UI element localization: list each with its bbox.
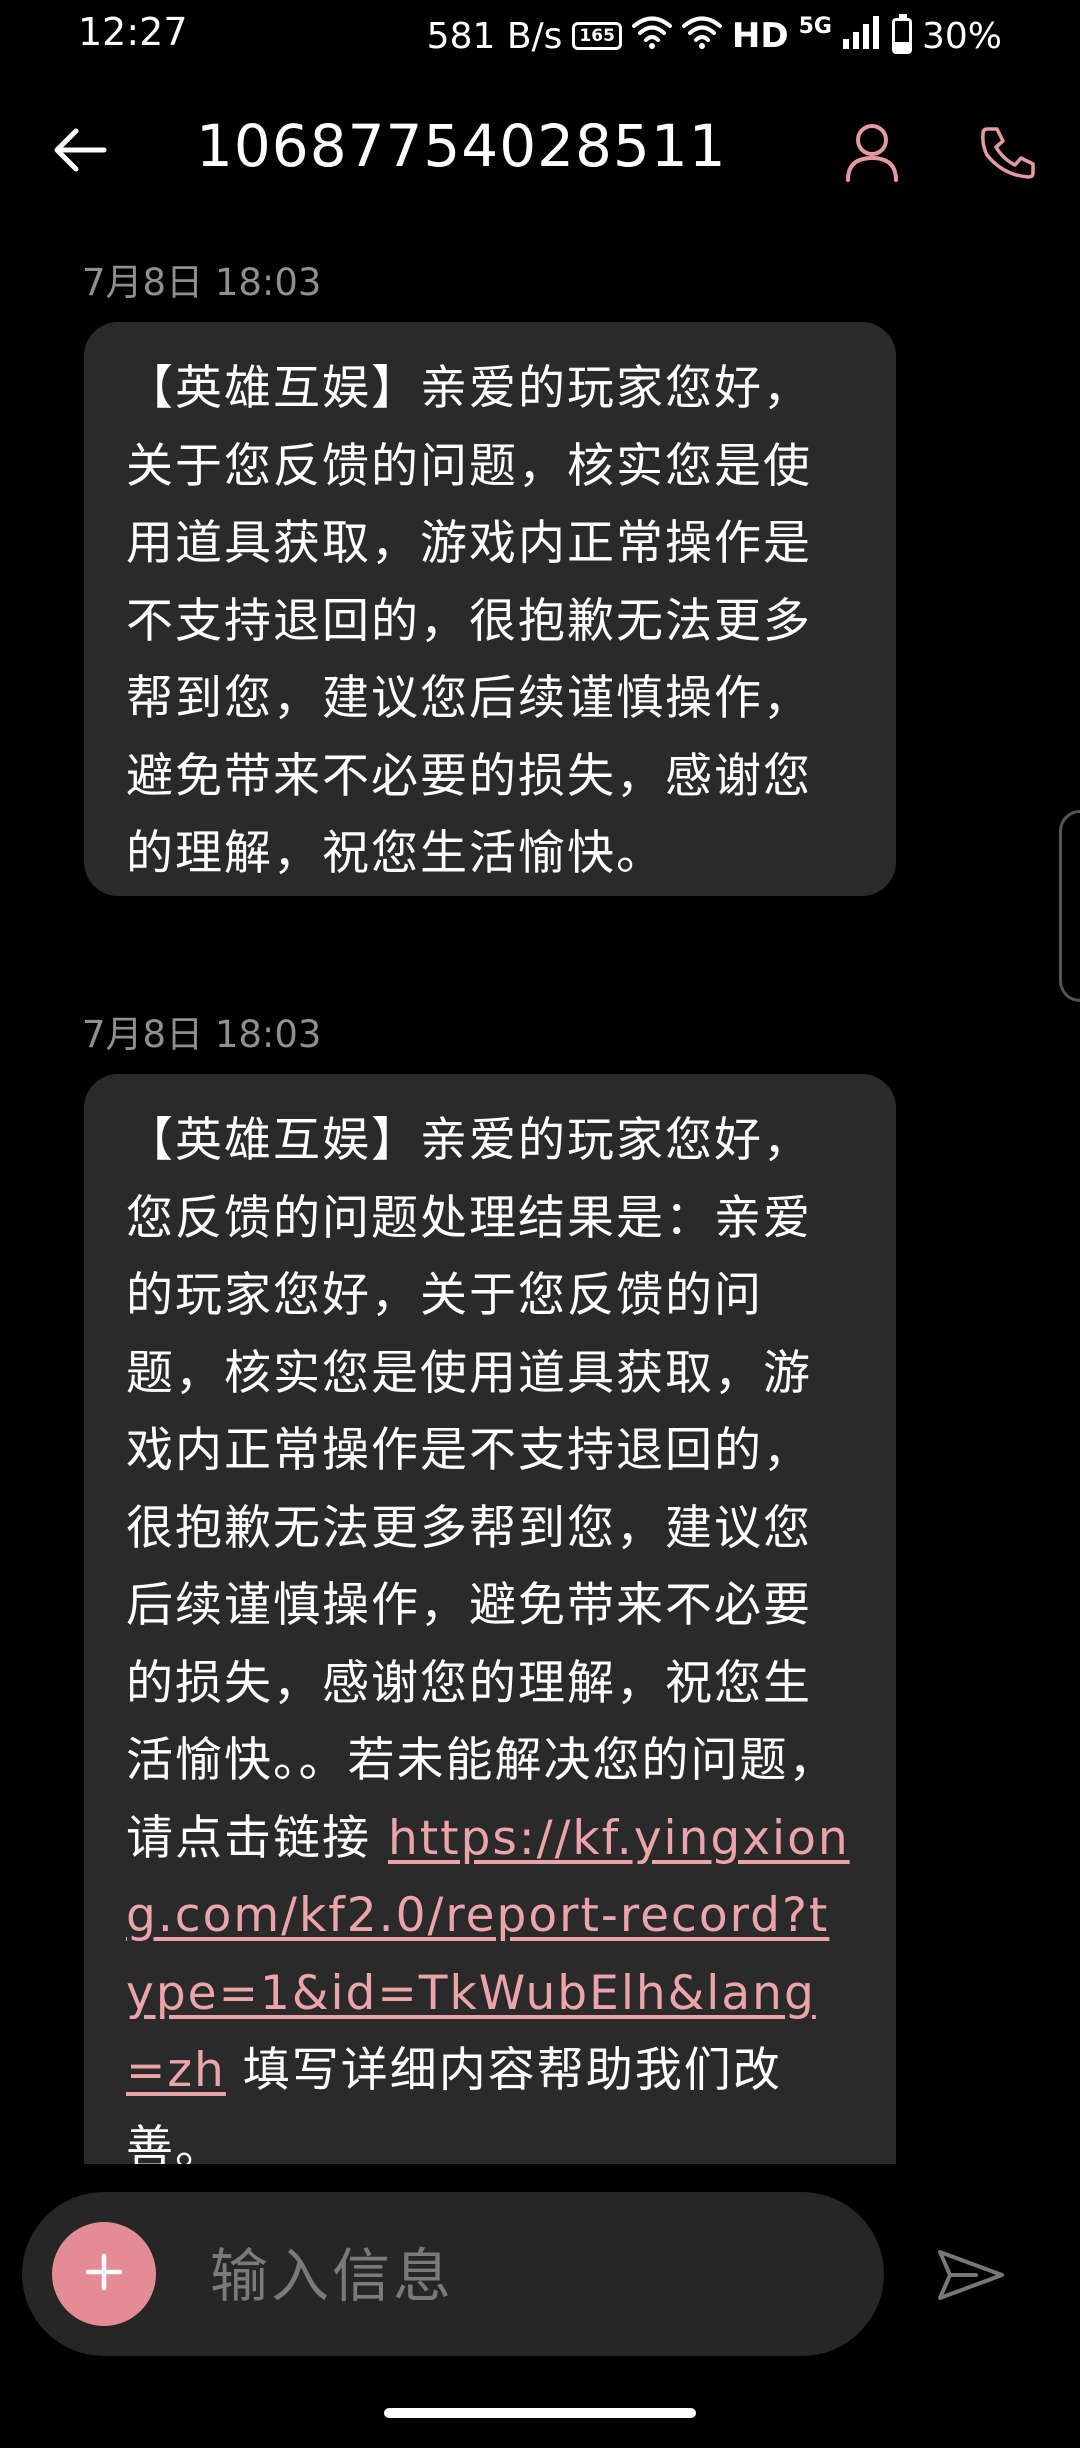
battery-icon xyxy=(891,14,912,54)
person-icon xyxy=(844,122,900,186)
message-bubble[interactable]: 【英雄互娱】亲爱的玩家您好，您反馈的问题处理结果是：亲爱的玩家您好，关于您反馈的… xyxy=(84,1074,896,2164)
message-bubble[interactable]: 【英雄互娱】亲爱的玩家您好，关于您反馈的问题，核实您是使用道具获取，游戏内正常操… xyxy=(84,322,896,896)
hd-indicator: HD xyxy=(731,16,789,56)
wifi-secondary-icon xyxy=(681,15,722,58)
network-type: 5G xyxy=(798,13,832,39)
message-composer xyxy=(22,2192,884,2356)
send-button[interactable] xyxy=(926,2232,1016,2322)
send-icon xyxy=(936,2247,1006,2307)
conversation-header: 10687754028511 xyxy=(0,72,1080,228)
status-time: 12:27 xyxy=(78,10,188,54)
plus-icon xyxy=(84,2252,124,2296)
signal-icon xyxy=(842,15,882,58)
battery-percent: 30% xyxy=(921,15,1002,57)
side-panel-handle[interactable] xyxy=(1059,810,1080,1002)
contact-details-button[interactable] xyxy=(830,112,914,196)
message-text: 【英雄互娱】亲爱的玩家您好，关于您反馈的问题，核实您是使用道具获取，游戏内正常操… xyxy=(126,361,812,881)
battery-level-fill xyxy=(894,42,909,51)
status-icons: 581 B/s 165 HD 5G 30% xyxy=(427,10,1002,62)
status-bar: 12:27 581 B/s 165 HD 5G 30% xyxy=(0,0,1080,72)
message-timestamp: 7月8日 18:03 xyxy=(82,261,322,304)
add-attachment-button[interactable] xyxy=(52,2222,156,2326)
refresh-rate-badge: 165 xyxy=(572,22,622,50)
call-button[interactable] xyxy=(966,112,1050,196)
phone-icon xyxy=(979,125,1037,183)
contact-number-title: 10687754028511 xyxy=(196,112,727,180)
network-speed: 581 B/s xyxy=(426,15,563,57)
home-indicator[interactable] xyxy=(384,2408,696,2418)
back-button[interactable] xyxy=(40,112,120,192)
wifi-icon xyxy=(631,15,672,58)
message-input[interactable] xyxy=(208,2232,852,2320)
message-text: 【英雄互娱】亲爱的玩家您好，您反馈的问题处理结果是：亲爱的玩家您好，关于您反馈的… xyxy=(126,1113,838,1866)
arrow-left-icon xyxy=(52,126,108,178)
message-timestamp: 7月8日 18:03 xyxy=(82,1013,322,1056)
